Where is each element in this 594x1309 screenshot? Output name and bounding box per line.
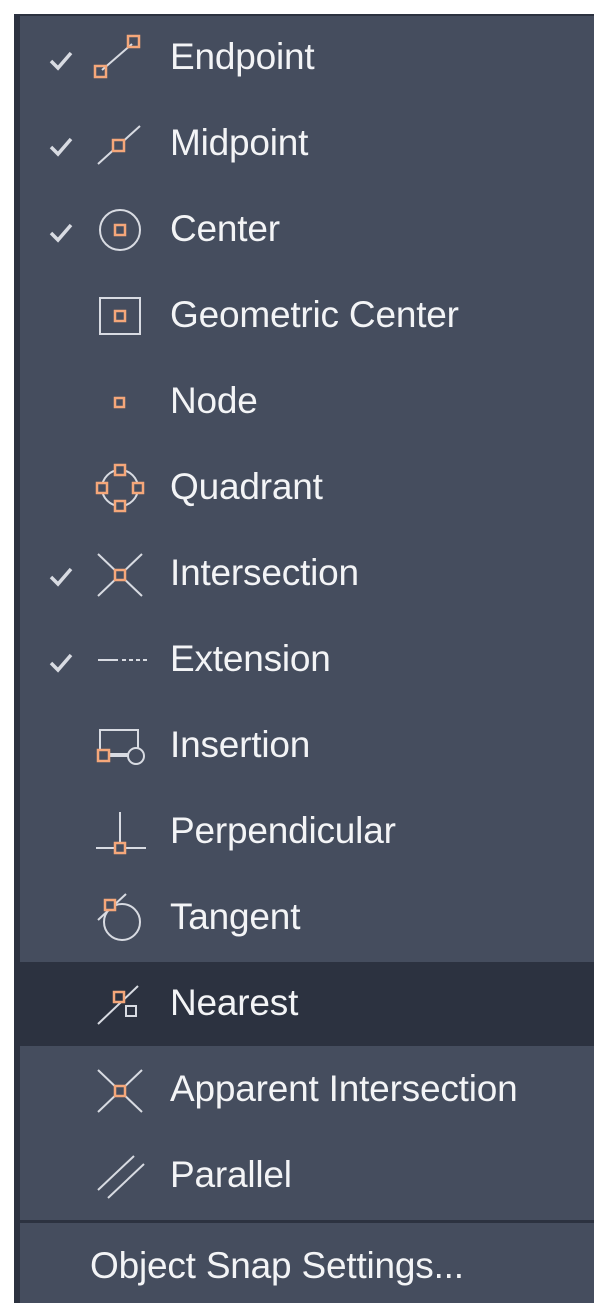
- menu-item-label: Perpendicular: [170, 810, 396, 851]
- geometric-center-icon: [99, 297, 141, 335]
- node-icon: [113, 396, 126, 409]
- menu-item-label: Apparent Intersection: [170, 1068, 518, 1109]
- menu-item-parallel[interactable]: Parallel: [20, 1134, 594, 1218]
- menu-item-midpoint[interactable]: Midpoint: [20, 102, 594, 186]
- menu-item-label: Center: [170, 208, 280, 249]
- checkmark-icon: [49, 137, 73, 157]
- menu-item-endpoint[interactable]: Endpoint: [20, 16, 594, 100]
- center-icon: [99, 209, 141, 251]
- tangent-icon: [97, 893, 141, 941]
- intersection-icon: [97, 553, 143, 597]
- menu-item-quadrant[interactable]: Quadrant: [20, 446, 594, 530]
- menu-item-geometric-center[interactable]: Geometric Center: [20, 274, 594, 358]
- menu-item-label: Midpoint: [170, 122, 309, 163]
- nearest-icon: [97, 985, 139, 1025]
- checkmark-icon: [49, 223, 73, 243]
- menu-separator: [20, 1220, 594, 1223]
- menu-item-label: Insertion: [170, 724, 311, 765]
- checkmark-icon: [49, 653, 73, 673]
- object-snap-menu: Endpoint Midpoint Center Geometric Cente…: [14, 14, 594, 1303]
- menu-item-label: Quadrant: [170, 466, 323, 507]
- menu-item-label: Geometric Center: [170, 294, 459, 335]
- checkmark-icon: [49, 567, 73, 587]
- menu-item-insertion[interactable]: Insertion: [20, 704, 594, 788]
- menu-item-node[interactable]: Node: [20, 360, 594, 444]
- perpendicular-icon: [96, 812, 146, 855]
- menu-item-apparent-intersection[interactable]: Apparent Intersection: [20, 1048, 594, 1132]
- object-snap-settings-item[interactable]: Object Snap Settings...: [20, 1225, 594, 1309]
- object-snap-settings-label: Object Snap Settings...: [90, 1245, 464, 1286]
- menu-item-center[interactable]: Center: [20, 188, 594, 272]
- insertion-icon: [96, 729, 145, 765]
- menu-item-nearest[interactable]: Nearest: [20, 962, 594, 1046]
- apparent-intersection-icon: [97, 1069, 143, 1113]
- menu-item-label: Extension: [170, 638, 331, 679]
- menu-item-label: Intersection: [170, 552, 359, 593]
- menu-item-perpendicular[interactable]: Perpendicular: [20, 790, 594, 874]
- endpoint-icon: [93, 34, 141, 79]
- menu-item-label: Endpoint: [170, 36, 315, 77]
- menu-item-intersection[interactable]: Intersection: [20, 532, 594, 616]
- extension-icon: [98, 659, 150, 661]
- menu-item-label: Parallel: [170, 1154, 292, 1195]
- quadrant-icon: [95, 463, 145, 513]
- menu-item-tangent[interactable]: Tangent: [20, 876, 594, 960]
- menu-item-extension[interactable]: Extension: [20, 618, 594, 702]
- checkmark-icon: [49, 51, 73, 71]
- midpoint-icon: [97, 125, 141, 165]
- menu-item-label: Nearest: [170, 982, 299, 1023]
- parallel-icon: [97, 1155, 145, 1199]
- menu-item-label: Node: [170, 380, 258, 421]
- menu-item-label: Tangent: [170, 896, 301, 937]
